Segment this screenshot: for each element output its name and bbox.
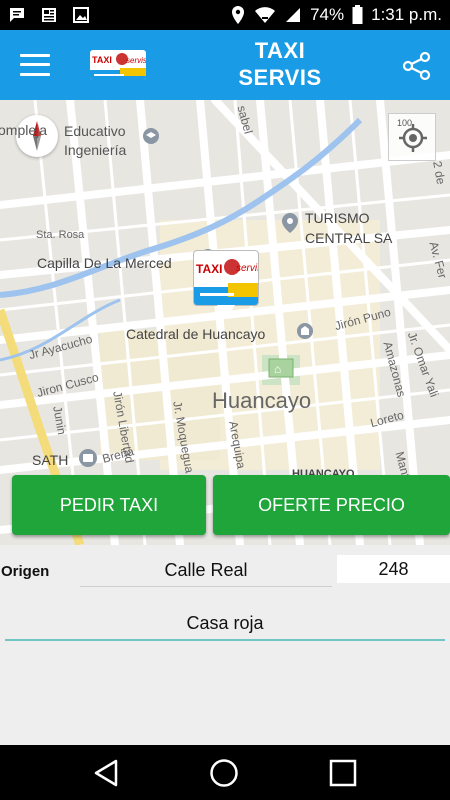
- marker-tail: [217, 305, 235, 319]
- battery-icon: [352, 5, 363, 24]
- taxi-location-marker[interactable]: TAXI servis: [193, 250, 259, 320]
- back-icon[interactable]: [90, 757, 122, 789]
- app-title: TAXI SERVIS: [238, 38, 322, 90]
- my-location-button[interactable]: 100: [388, 113, 436, 161]
- offer-price-button[interactable]: OFERTE PRECIO: [213, 475, 450, 535]
- reference-input[interactable]: Casa roja: [5, 607, 445, 641]
- image-icon: [73, 7, 89, 23]
- svg-text:servis: servis: [126, 56, 146, 65]
- app-bar: TAXI servis TAXI SERVIS: [0, 30, 450, 100]
- map-label-capilla: Capilla De La Merced: [37, 255, 172, 271]
- recents-icon[interactable]: [327, 757, 359, 789]
- map-label-ingenieria: Ingeniería: [64, 142, 127, 158]
- svg-text:TAXI: TAXI: [92, 55, 112, 65]
- map-label-complejo: ompleja: [0, 122, 48, 138]
- street-input[interactable]: Calle Real: [80, 555, 332, 587]
- map-label-catedral: Catedral de Huancayo: [126, 326, 266, 342]
- marker-logo: TAXI servis: [193, 250, 259, 306]
- share-icon[interactable]: [401, 50, 433, 82]
- request-taxi-button[interactable]: PEDIR TAXI: [12, 475, 206, 535]
- battery-percent: 74%: [310, 5, 345, 24]
- clock: 1:31 p.m.: [371, 5, 442, 24]
- svg-text:⌂: ⌂: [274, 362, 281, 376]
- cathedral-pin-icon: [297, 323, 313, 339]
- taxi-servis-logo: TAXI servis: [90, 50, 146, 80]
- map-label-turismo: TURISMO: [305, 210, 370, 226]
- plaza-icon: ⌂: [268, 358, 294, 378]
- location-icon: [232, 6, 245, 24]
- route-shield-label: 100: [397, 118, 413, 128]
- news-icon: [42, 8, 56, 22]
- origin-label: Origen: [1, 563, 50, 580]
- status-bar: 74% 1:31 p.m.: [0, 0, 450, 30]
- map-label-sta-rosa: Sta. Rosa: [36, 229, 85, 241]
- signal-icon: [286, 8, 301, 22]
- tourism-pin-icon: [282, 213, 298, 233]
- bus-pin-icon: [79, 449, 97, 467]
- map-label-educativo: Educativo: [64, 123, 126, 139]
- home-icon[interactable]: [208, 757, 240, 789]
- wifi-icon: [255, 7, 276, 23]
- message-icon: [10, 8, 24, 22]
- school-pin-icon: [143, 128, 159, 144]
- status-left-icons: [8, 6, 90, 24]
- action-buttons: PEDIR TAXI OFERTE PRECIO: [0, 475, 450, 537]
- street-number-input[interactable]: 248: [337, 555, 450, 583]
- system-nav-bar: [0, 745, 450, 800]
- svg-text:servis: servis: [236, 263, 259, 274]
- svg-text:TAXI: TAXI: [196, 262, 222, 276]
- map-label-sath: SATH: [32, 452, 69, 468]
- map-label-city: Huancayo: [212, 388, 312, 413]
- map-label-central: CENTRAL SA: [305, 230, 393, 246]
- status-right-icons: 74% 1:31 p.m.: [230, 5, 442, 25]
- menu-icon[interactable]: [20, 51, 50, 79]
- origin-form: Origen Calle Real 248 Casa roja: [0, 545, 450, 745]
